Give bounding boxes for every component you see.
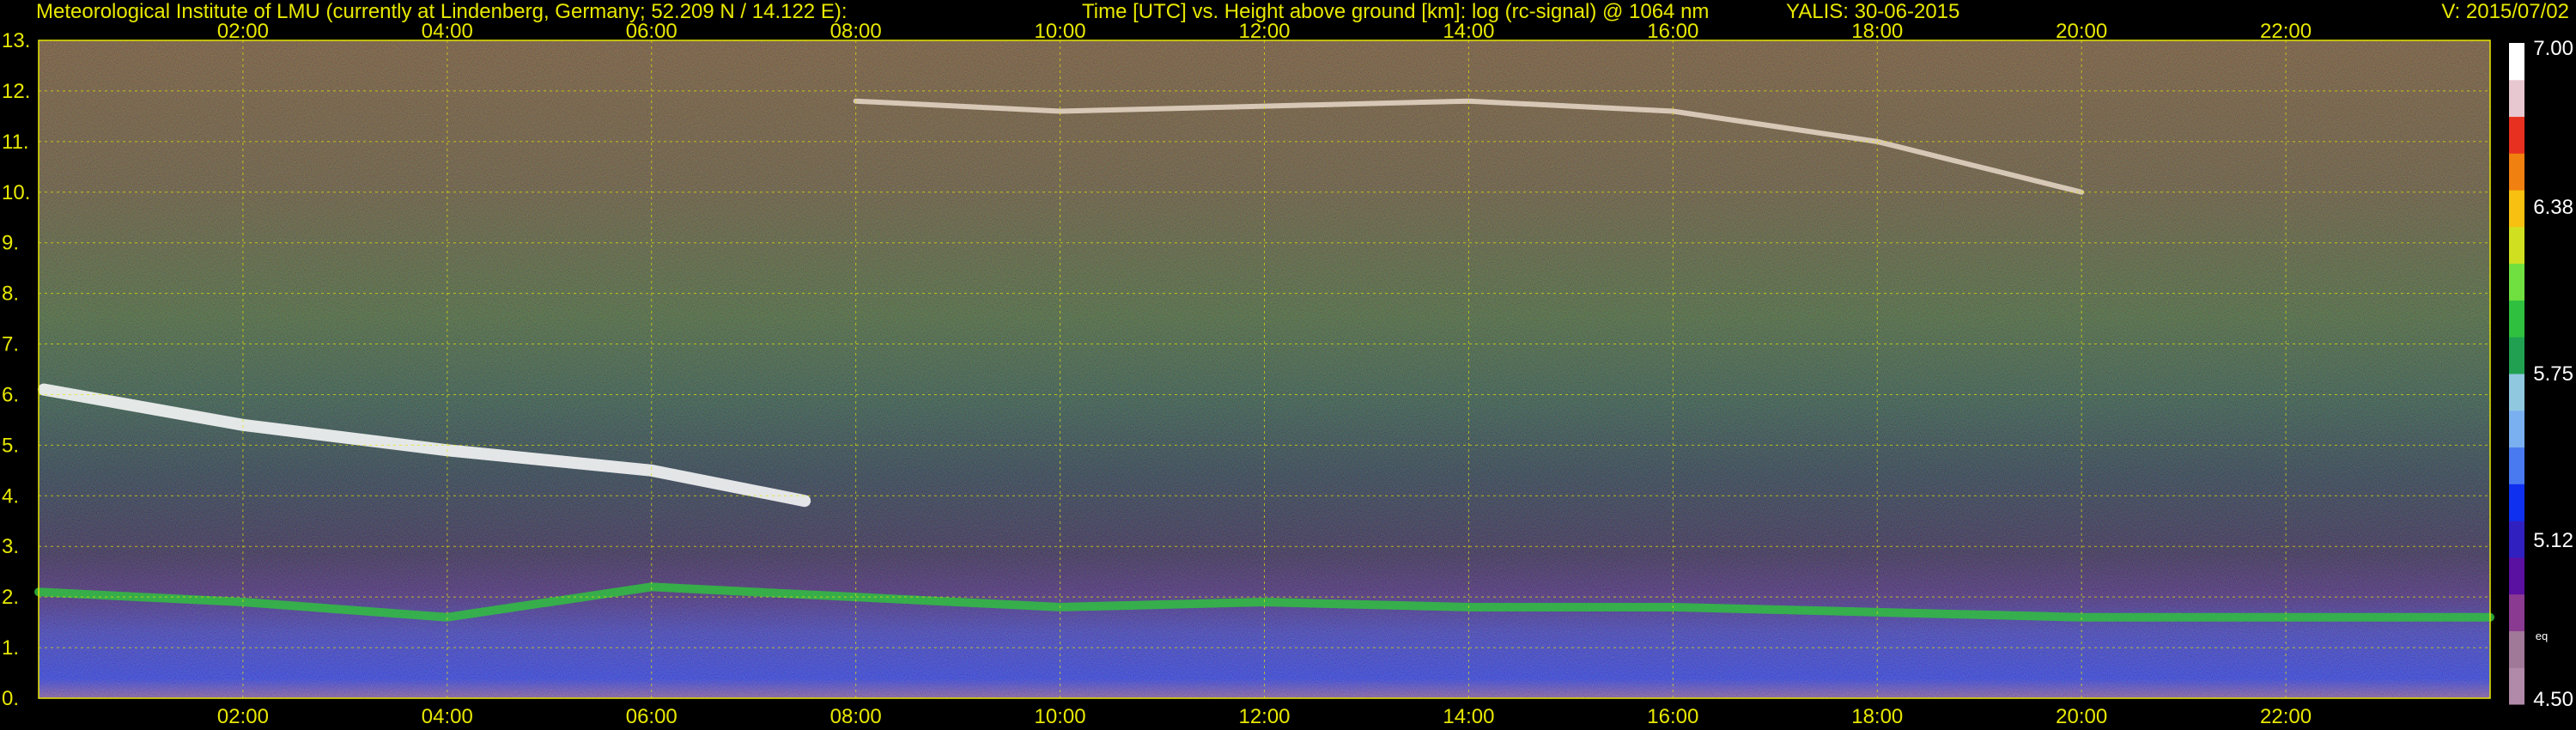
x-ticks-bottom: 02:00 04:00 06:00 08:00 10:00 12:00 14:00 16:00… [217,705,2312,728]
colorbar-segment [2509,520,2524,558]
colorbar-segment [2509,263,2524,301]
colorbar-segment [2509,116,2524,154]
lidar-chart: 02:00 04:00 06:00 08:00 10:00 12:00 14:00 16:00… [2,20,2573,728]
y-tick-label: 0. [2,687,19,710]
y-tick-label: 6. [2,383,19,406]
x-tick-bottom-label: 20:00 [2056,705,2107,728]
x-tick-bottom-label: 12:00 [1238,705,1290,728]
x-tick-bottom-label: 22:00 [2260,705,2312,728]
y-tick-label: 2. [2,586,19,609]
colorbar-tick-label: 4.50 [2533,688,2573,711]
y-tick-label: 7. [2,333,19,356]
x-tick-bottom-label: 14:00 [1443,705,1494,728]
colorbar-segment [2509,190,2524,228]
y-tick-label: 13. [2,29,30,52]
y-tick-label: 1. [2,636,19,660]
x-tick-bottom-label: 10:00 [1035,705,1086,728]
y-ticks: 0. 1. 2. 3. 4. 5. 6. 7. 8. 9. 10. 11. 12. 13. [2,29,30,710]
colorbar-segment [2509,226,2524,265]
x-tick-top-label: 20:00 [2056,20,2107,43]
colorbar-segment [2509,79,2524,118]
colorbar-segment [2509,630,2524,668]
x-tick-top-label: 10:00 [1035,20,1086,43]
header-instrument-date: YALIS: 30-06-2015 [1786,0,1960,23]
colorbar-segment [2509,667,2524,705]
colorbar-segment [2509,410,2524,448]
y-tick-label: 11. [2,131,29,154]
colorbar-tick-label: 6.38 [2533,196,2573,219]
header-institute: Meteorological Institute of LMU (current… [36,0,848,23]
colorbar-segment [2509,447,2524,484]
y-tick-label: 8. [2,283,19,306]
y-tick-label: 5. [2,434,19,457]
colorbar-unit-label: eq [2536,630,2548,642]
header-title: Time [UTC] vs. Height above ground [km]:… [1082,0,1710,23]
y-tick-label: 4. [2,484,19,508]
colorbar-segment [2509,153,2524,191]
y-tick-label: 12. [2,80,30,103]
x-tick-bottom-label: 08:00 [830,705,882,728]
x-tick-top-label: 22:00 [2260,20,2312,43]
colorbar-segment [2509,557,2524,595]
colorbar-tick-label: 7.00 [2533,37,2573,60]
colorbar: 7.00 6.38 5.75 5.12 4.50 eq [2509,37,2573,711]
colorbar-tick-label: 5.75 [2533,362,2573,386]
x-tick-bottom-label: 06:00 [626,705,677,728]
colorbar-segment [2509,300,2524,338]
colorbar-segment [2509,337,2524,374]
y-tick-label: 10. [2,181,30,204]
colorbar-segment [2509,593,2524,631]
colorbar-segment [2509,43,2524,81]
colorbar-tick-label: 5.12 [2533,529,2573,552]
y-tick-label: 9. [2,232,19,255]
header-version: V: 2015/07/02 [2441,0,2569,23]
y-tick-label: 3. [2,535,19,558]
x-tick-bottom-label: 18:00 [1851,705,1903,728]
x-tick-bottom-label: 04:00 [422,705,473,728]
colorbar-segment [2509,374,2524,411]
colorbar-segment [2509,484,2524,521]
x-tick-bottom-label: 16:00 [1647,705,1698,728]
x-tick-bottom-label: 02:00 [217,705,269,728]
